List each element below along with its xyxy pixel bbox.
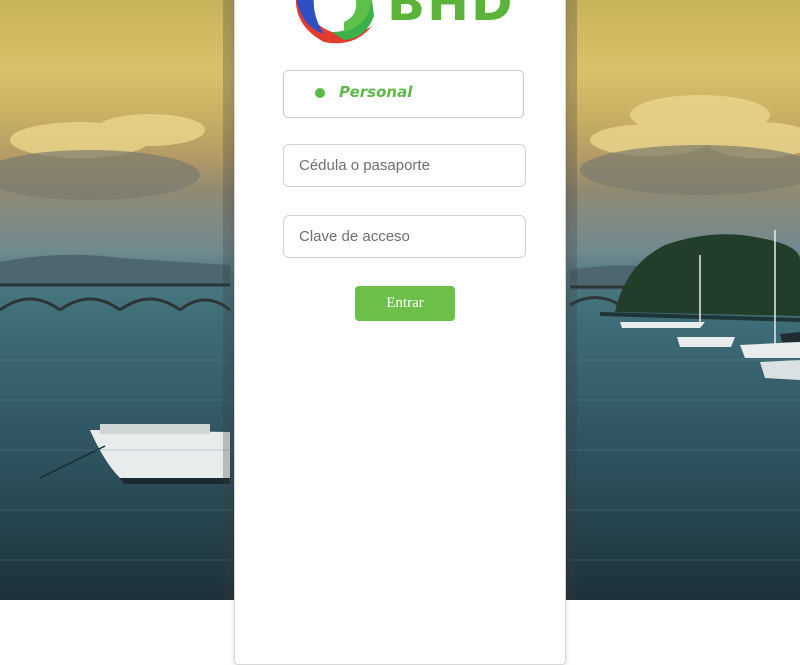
customer-type-label: Personal bbox=[339, 83, 413, 101]
brand-name: BHD bbox=[387, 0, 515, 32]
login-page: BHD Personal Entrar bbox=[0, 0, 800, 665]
id-document-input[interactable] bbox=[283, 144, 526, 187]
customer-type-selector[interactable]: Personal bbox=[283, 70, 524, 118]
radio-selected-icon bbox=[315, 88, 325, 98]
access-password-input[interactable] bbox=[283, 215, 526, 258]
submit-login-button[interactable]: Entrar bbox=[355, 286, 455, 321]
